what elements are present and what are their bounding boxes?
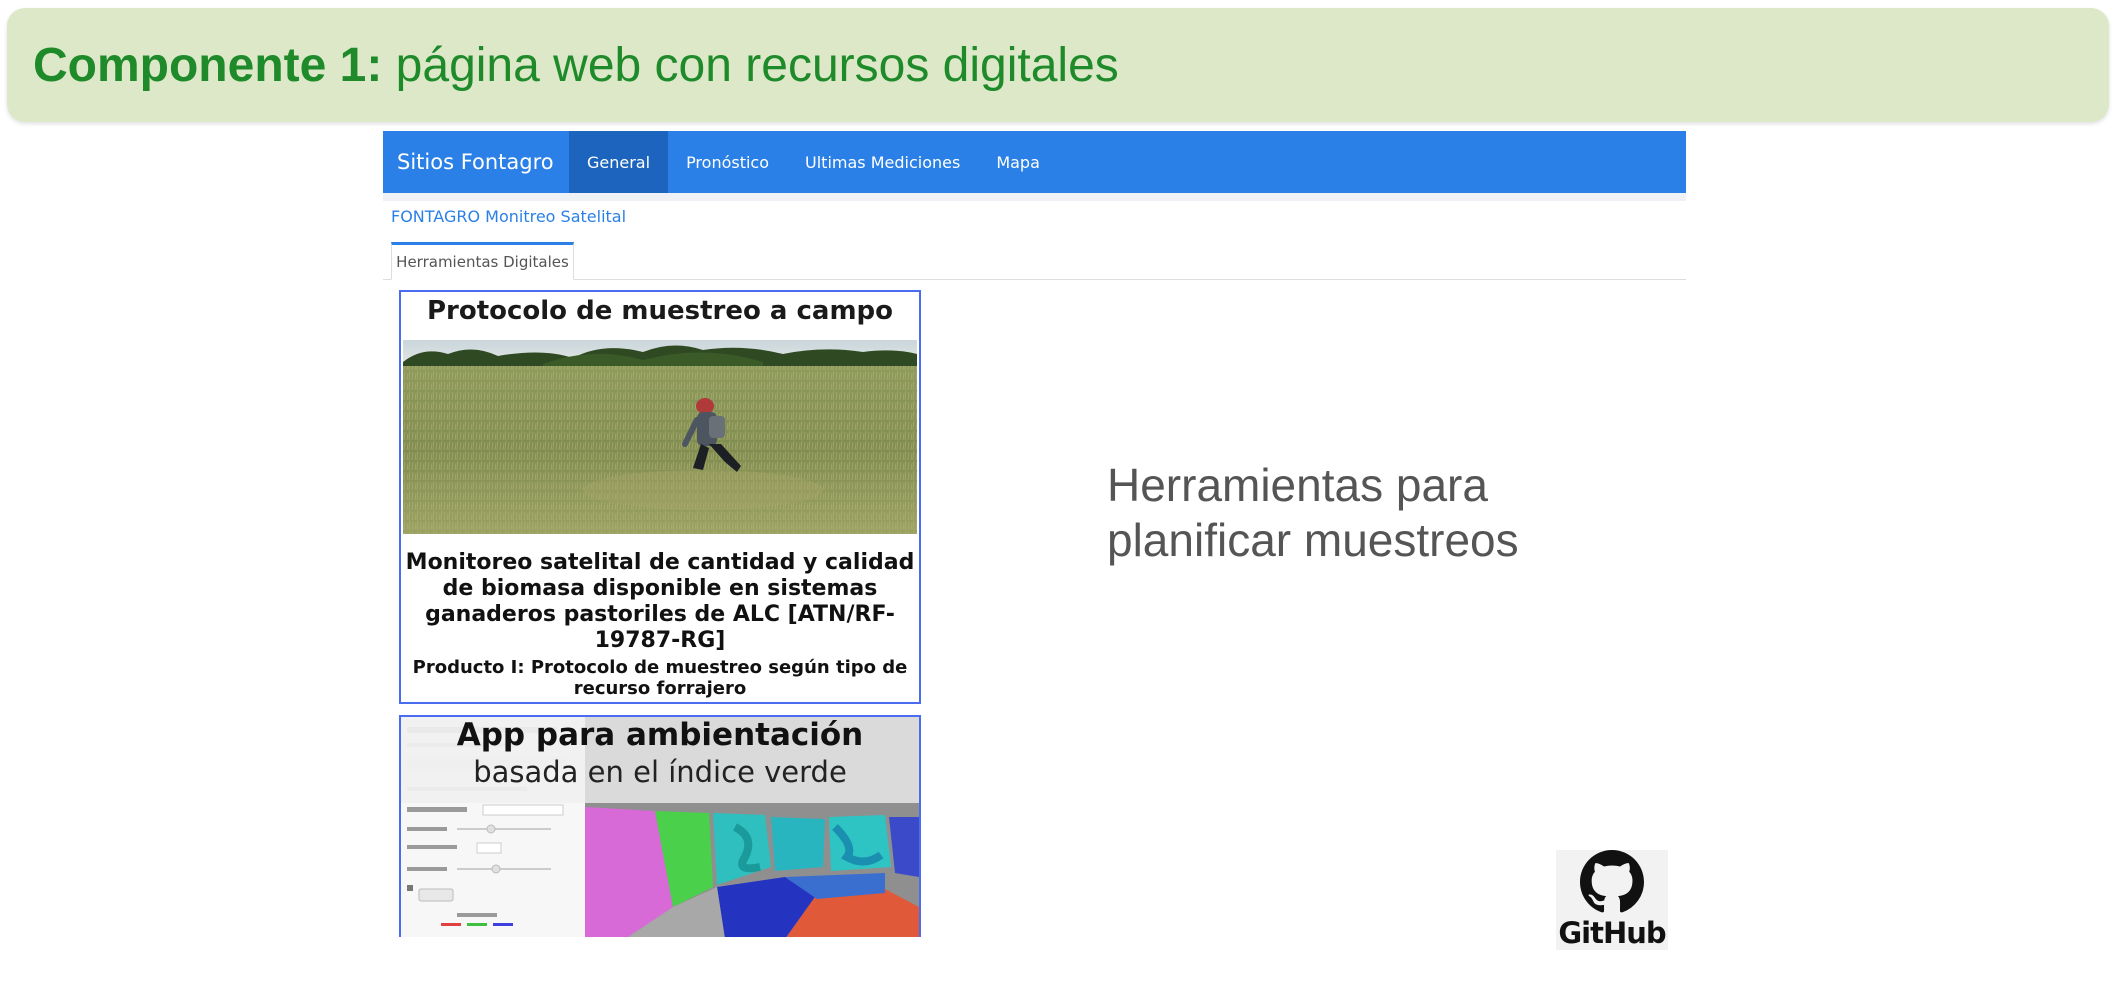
tab-herramientas-digitales[interactable]: Herramientas Digitales: [391, 242, 574, 280]
protocol-card[interactable]: Protocolo de muestreo a campo Monitoreo …: [399, 290, 921, 704]
ambientacion-card-title: App para ambientación: [456, 717, 864, 753]
header-banner: Componente 1: página web con recursos di…: [7, 8, 2109, 122]
nav-tab-pronostico[interactable]: Pronóstico: [668, 131, 787, 193]
ambientacion-app-card[interactable]: App para ambientación basada en el índic…: [399, 715, 921, 937]
breadcrumb-link[interactable]: FONTAGRO Monitreo Satelital: [391, 207, 626, 226]
ambientacion-card-subtitle: basada en el índice verde: [473, 755, 847, 789]
field-sampling-photo: [403, 340, 917, 534]
grassland-illustration: [403, 340, 917, 534]
github-octocat-icon: [1580, 850, 1644, 913]
tools-caption: Herramientas para planificar muestreos: [1107, 459, 1519, 566]
banner-text: página web con recursos digitales: [382, 38, 1119, 92]
nav-tab-ultimas-mediciones[interactable]: Ultimas Mediciones: [787, 131, 978, 193]
banner-label: Componente 1:: [33, 38, 383, 92]
banner-title: Componente 1: página web con recursos di…: [33, 38, 1119, 93]
github-label: GitHub: [1558, 916, 1666, 950]
navbar-underline: [383, 193, 1686, 201]
protocol-card-product: Producto I: Protocolo de muestreo según …: [412, 657, 908, 699]
navbar-brand[interactable]: Sitios Fontagro: [383, 131, 569, 193]
nav-tab-general[interactable]: General: [569, 131, 669, 193]
nav-tab-mapa[interactable]: Mapa: [978, 131, 1058, 193]
navbar: Sitios Fontagro General Pronóstico Ultim…: [383, 131, 1686, 193]
tabs-divider: [383, 279, 1686, 280]
github-link[interactable]: GitHub: [1556, 850, 1668, 950]
protocol-card-description: Monitoreo satelital de cantidad y calida…: [405, 550, 915, 653]
protocol-card-title: Protocolo de muestreo a campo: [426, 296, 894, 326]
